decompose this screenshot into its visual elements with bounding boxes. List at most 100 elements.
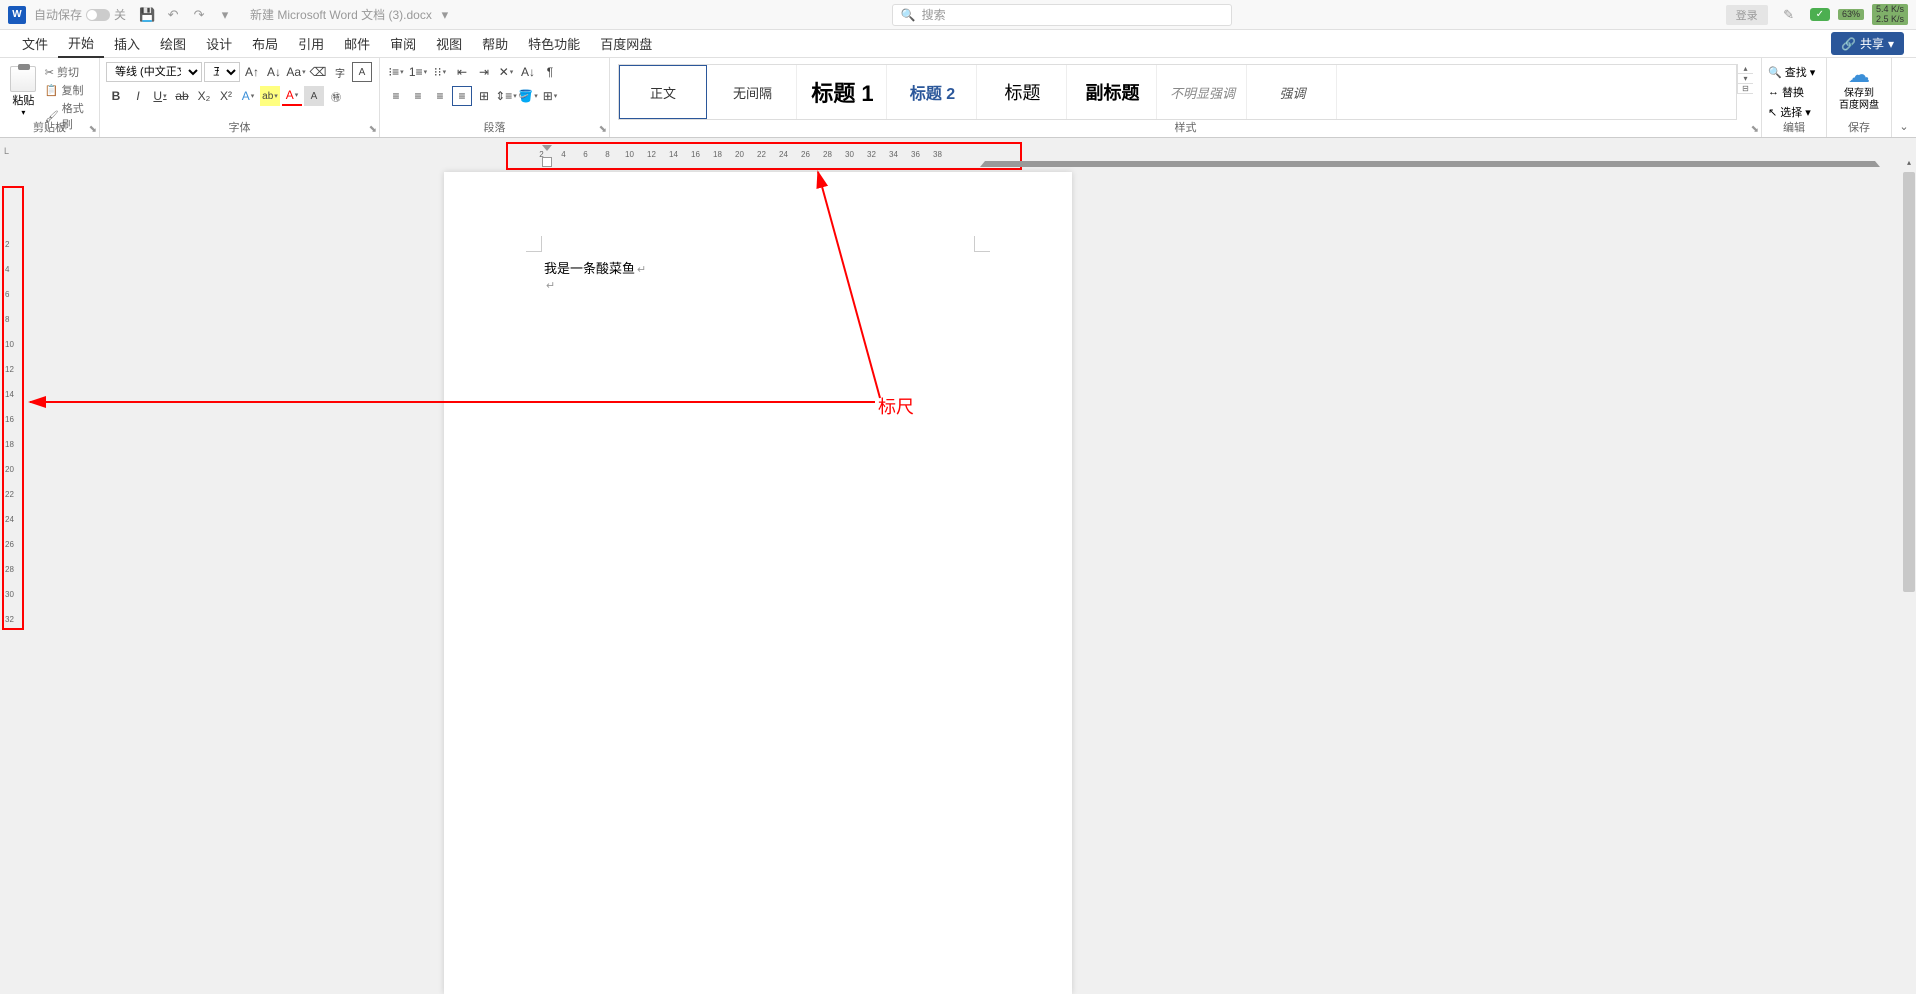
collapse-ribbon-icon[interactable]: ⌄ xyxy=(1892,58,1916,137)
font-color-icon[interactable]: A xyxy=(282,86,302,106)
strikethrough-button[interactable]: ab xyxy=(172,86,192,106)
autosave-toggle[interactable]: 自动保存 关 xyxy=(34,6,126,23)
numbering-icon[interactable]: 1≡ xyxy=(408,62,428,82)
cloud-icon[interactable]: ☁ xyxy=(1848,62,1870,88)
document-page[interactable]: 我是一条酸菜鱼↵ ↵ xyxy=(444,172,1072,994)
tab-mailings[interactable]: 邮件 xyxy=(334,30,380,57)
distributed-icon[interactable]: ⊞ xyxy=(474,86,494,106)
borders-icon[interactable]: ⊞ xyxy=(540,86,560,106)
vertical-scrollbar[interactable] xyxy=(1902,172,1916,994)
sort-icon[interactable]: A↓ xyxy=(518,62,538,82)
font-launcher-icon[interactable]: ⬊ xyxy=(369,124,377,135)
autosave-label: 自动保存 xyxy=(34,6,82,23)
clipboard-launcher-icon[interactable]: ⬊ xyxy=(89,124,97,135)
copy-button[interactable]: 📋复制 xyxy=(45,82,93,98)
scroll-up-icon[interactable]: ▴ xyxy=(1902,158,1916,172)
login-button[interactable]: 登录 xyxy=(1726,5,1768,25)
tab-view[interactable]: 视图 xyxy=(426,30,472,57)
line-spacing-icon[interactable]: ⇕≡ xyxy=(496,86,516,106)
qat-dropdown-icon[interactable]: ▾ xyxy=(216,6,234,24)
bold-button[interactable]: B xyxy=(106,86,126,106)
shading-icon[interactable]: 🪣 xyxy=(518,86,538,106)
superscript-button[interactable]: X² xyxy=(216,86,236,106)
document-text[interactable]: 我是一条酸菜鱼↵ ↵ xyxy=(544,258,646,292)
tab-draw[interactable]: 绘图 xyxy=(150,30,196,57)
style-subtitle[interactable]: 副标题 xyxy=(1069,65,1157,119)
network-stats: 5.4 K/s2.5 K/s xyxy=(1872,4,1908,26)
edit-label: 编辑 xyxy=(1762,119,1826,135)
horizontal-ruler[interactable]: 2468101214161820222426283032343638 xyxy=(506,142,1916,170)
style-subtle-emphasis[interactable]: 不明显强调 xyxy=(1159,65,1247,119)
text-effects-icon[interactable]: A xyxy=(238,86,258,106)
tab-layout[interactable]: 布局 xyxy=(242,30,288,57)
tab-design[interactable]: 设计 xyxy=(196,30,242,57)
pen-icon[interactable]: ✎ xyxy=(1780,6,1798,24)
find-button[interactable]: 🔍查找▾ xyxy=(1768,62,1820,82)
tab-baidu[interactable]: 百度网盘 xyxy=(590,30,662,57)
cut-button[interactable]: ✂剪切 xyxy=(45,64,93,80)
style-normal[interactable]: 正文 xyxy=(619,65,707,119)
right-indent-marker-icon[interactable] xyxy=(980,161,1880,167)
ruler-marks: 2468101214161820222426283032343638 xyxy=(536,150,943,159)
document-title: 新建 Microsoft Word 文档 (3).docx xyxy=(250,6,432,23)
share-button[interactable]: 🔗 共享 ▾ xyxy=(1831,32,1904,55)
vertical-ruler[interactable]: 2468101214161820222426283032 xyxy=(2,180,24,994)
tab-home[interactable]: 开始 xyxy=(58,29,104,58)
style-heading2[interactable]: 标题 2 xyxy=(889,65,977,119)
increase-indent-icon[interactable]: ⇥ xyxy=(474,62,494,82)
decrease-indent-icon[interactable]: ⇤ xyxy=(452,62,472,82)
edit-group: 🔍查找▾ ↔替换 ↖选择▾ 编辑 xyxy=(1762,58,1827,137)
undo-icon[interactable]: ↶ xyxy=(164,6,182,24)
title-dropdown-icon[interactable]: ▾ xyxy=(436,6,454,24)
styles-launcher-icon[interactable]: ⬊ xyxy=(1751,124,1759,135)
align-right-icon[interactable]: ≡ xyxy=(430,86,450,106)
enclose-char-icon[interactable]: ㊕ xyxy=(326,86,346,106)
style-heading1[interactable]: 标题 1 xyxy=(799,65,887,119)
italic-button[interactable]: I xyxy=(128,86,148,106)
char-border-icon[interactable]: A xyxy=(352,62,372,82)
font-size-select[interactable]: 五号 xyxy=(204,62,240,82)
decrease-font-icon[interactable]: A↓ xyxy=(264,62,284,82)
justify-icon[interactable]: ≡ xyxy=(452,86,472,106)
ruler-corner-icon: L xyxy=(4,146,9,156)
increase-font-icon[interactable]: A↑ xyxy=(242,62,262,82)
tab-features[interactable]: 特色功能 xyxy=(518,30,590,57)
tab-review[interactable]: 审阅 xyxy=(380,30,426,57)
redo-icon[interactable]: ↷ xyxy=(190,6,208,24)
tab-file[interactable]: 文件 xyxy=(12,30,58,57)
style-scroll-down-icon[interactable]: ▾ xyxy=(1738,74,1753,84)
bullets-icon[interactable]: ⁝≡ xyxy=(386,62,406,82)
align-left-icon[interactable]: ≡ xyxy=(386,86,406,106)
underline-button[interactable]: U xyxy=(150,86,170,106)
style-nospacing[interactable]: 无间隔 xyxy=(709,65,797,119)
font-name-select[interactable]: 等线 (中文正文) xyxy=(106,62,202,82)
tab-references[interactable]: 引用 xyxy=(288,30,334,57)
change-case-icon[interactable]: Aa xyxy=(286,62,306,82)
annotation-label: 标尺 xyxy=(878,393,914,419)
tab-help[interactable]: 帮助 xyxy=(472,30,518,57)
toggle-switch-icon[interactable] xyxy=(86,9,110,21)
subscript-button[interactable]: X₂ xyxy=(194,86,214,106)
scrollbar-thumb[interactable] xyxy=(1903,172,1915,592)
paste-button[interactable]: 粘贴 ▾ xyxy=(6,62,41,117)
save-icon[interactable]: 💾 xyxy=(138,6,156,24)
show-marks-icon[interactable]: ¶ xyxy=(540,62,560,82)
phonetic-guide-icon[interactable]: 字 xyxy=(330,62,350,82)
char-shading-icon[interactable]: A xyxy=(304,86,324,106)
style-scroll-up-icon[interactable]: ▴ xyxy=(1738,64,1753,74)
replace-button[interactable]: ↔替换 xyxy=(1768,82,1820,102)
search-box[interactable]: 🔍 搜索 xyxy=(892,4,1232,26)
style-expand-icon[interactable]: ⊟ xyxy=(1738,84,1753,94)
tab-insert[interactable]: 插入 xyxy=(104,30,150,57)
asian-layout-icon[interactable]: ✕ xyxy=(496,62,516,82)
style-emphasis[interactable]: 强调 xyxy=(1249,65,1337,119)
highlight-icon[interactable]: ab xyxy=(260,86,280,106)
paragraph-mark-icon: ↵ xyxy=(637,264,646,276)
styles-group: 正文 无间隔 标题 1 标题 2 标题 副标题 不明显强调 强调 ▴ ▾ ⊟ 样… xyxy=(610,58,1762,137)
style-title[interactable]: 标题 xyxy=(979,65,1067,119)
paragraph-launcher-icon[interactable]: ⬊ xyxy=(599,124,607,135)
align-center-icon[interactable]: ≡ xyxy=(408,86,428,106)
clear-format-icon[interactable]: ⌫ xyxy=(308,62,328,82)
multilevel-icon[interactable]: ⁝⁝ xyxy=(430,62,450,82)
paragraph-mark-icon: ↵ xyxy=(546,280,555,292)
